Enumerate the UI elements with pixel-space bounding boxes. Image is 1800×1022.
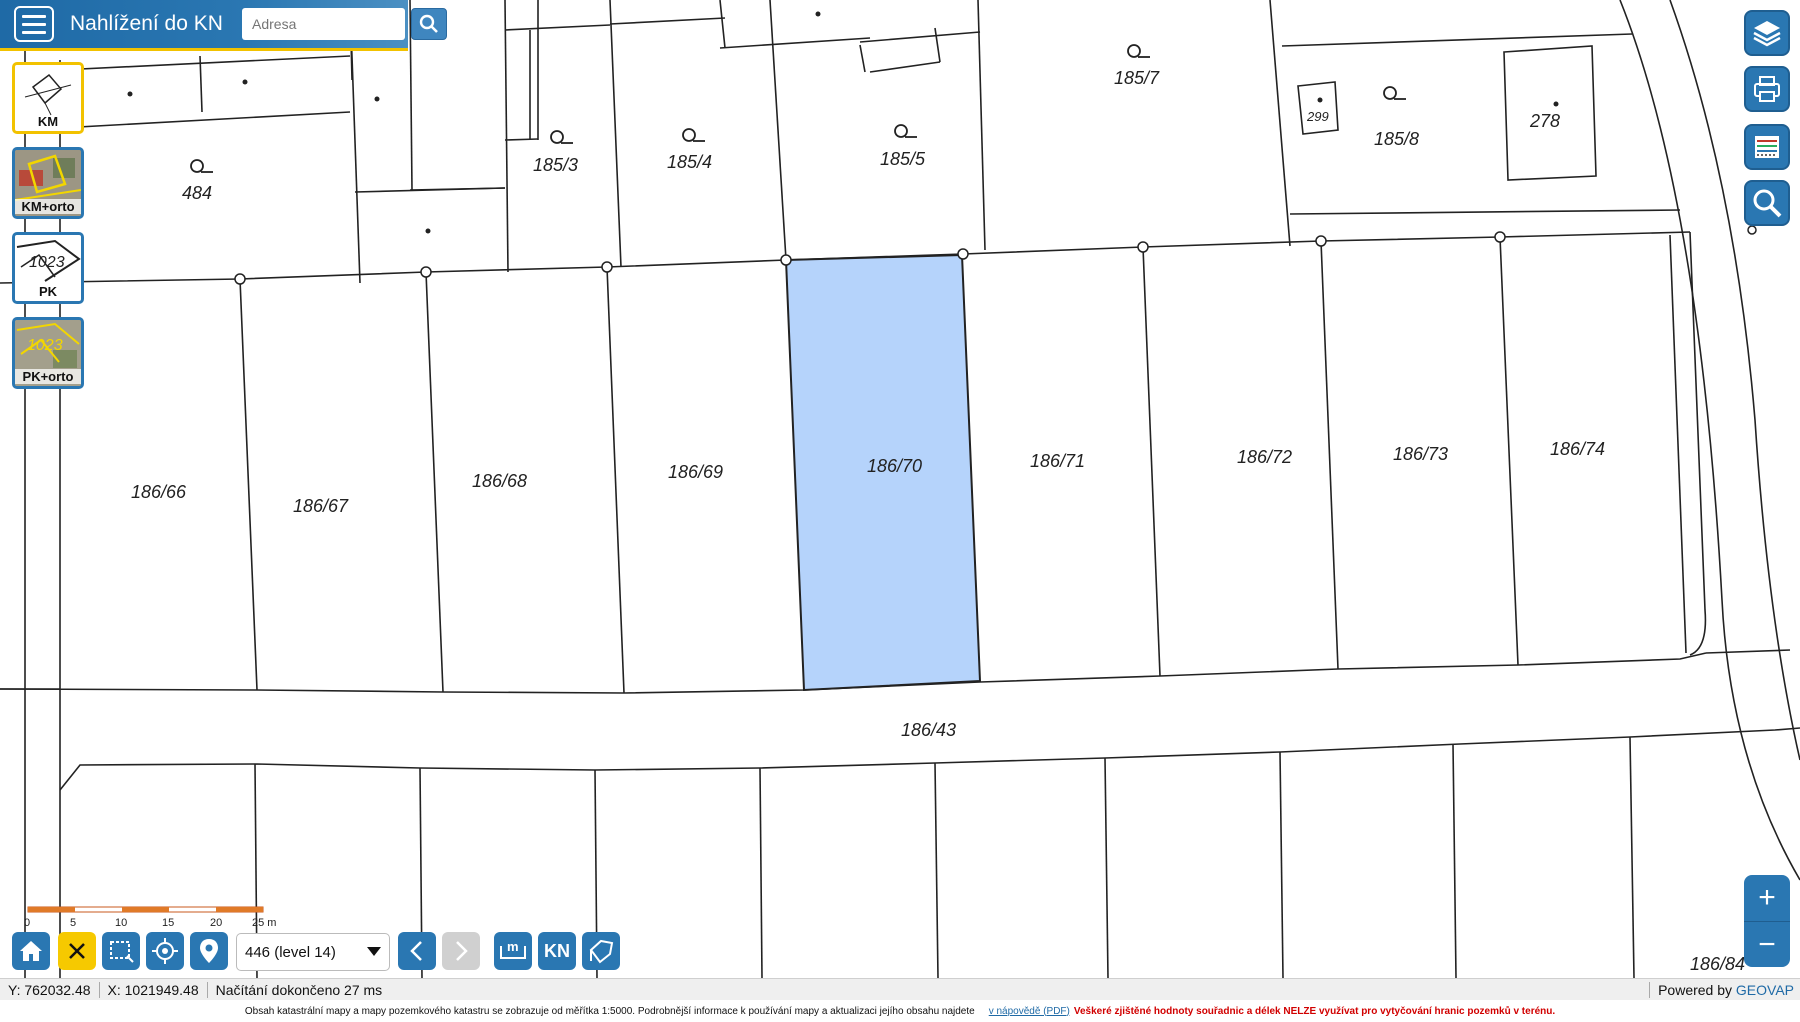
- feedback-button[interactable]: [582, 932, 620, 970]
- layer-pk-orto-button[interactable]: 1023 PK+orto: [12, 317, 84, 389]
- parcel-label: 186/74: [1550, 439, 1605, 459]
- parcel-label: 186/73: [1393, 444, 1448, 464]
- cadastral-map[interactable]: 484 185/3 185/4 185/5 185/7 185/8 278 29…: [0, 0, 1800, 978]
- cadastral-map-icon: [24, 73, 72, 116]
- parcel-label: 186/70: [867, 456, 922, 476]
- printer-icon: [1754, 76, 1780, 102]
- parcel-label: 185/4: [667, 152, 712, 172]
- crosshair-icon: [152, 938, 178, 964]
- parcel-label: 186/71: [1030, 451, 1085, 471]
- parcel-label: 186/72: [1237, 447, 1292, 467]
- chevron-down-icon: [367, 947, 381, 956]
- parcel-label: 185/7: [1114, 68, 1160, 88]
- footer-info: Obsah katastrální mapy a mapy pozemkovéh…: [244, 1005, 975, 1017]
- parcel-label: 185/8: [1374, 129, 1419, 149]
- zoom-level-value: 446 (level 14): [245, 943, 336, 961]
- map-pin-icon: [200, 939, 218, 963]
- layer-km-button[interactable]: KM: [12, 62, 84, 134]
- legend-button[interactable]: [1744, 124, 1790, 170]
- scale-tick: 25 m: [252, 917, 276, 929]
- close-icon: [69, 943, 85, 959]
- layer-pk-button[interactable]: 1023 PK: [12, 232, 84, 304]
- scale-tick: 20: [210, 917, 222, 929]
- land-register-map-icon: 1023: [16, 239, 81, 282]
- address-search-input[interactable]: [242, 8, 405, 40]
- powered-prefix: Powered by: [1658, 982, 1733, 998]
- footer-warning: Veškeré zjištěné hodnoty souřadnic a dél…: [1073, 1005, 1556, 1017]
- home-button[interactable]: [12, 932, 50, 970]
- powered-brand: GEOVAP: [1735, 982, 1794, 998]
- tag-icon: [589, 939, 614, 964]
- parcel-label: 185/3: [533, 155, 578, 175]
- parcel-label: 186/84: [1690, 954, 1745, 974]
- plus-icon: +: [1758, 881, 1776, 914]
- loading-status: Načítání dokončeno 27 ms: [215, 982, 383, 998]
- scale-tick: 0: [24, 917, 30, 929]
- scale-tick: 10: [115, 917, 127, 929]
- select-area-icon: [110, 941, 134, 963]
- parcel-label: 278: [1529, 111, 1560, 131]
- coordinate-y: Y: 762032.48: [0, 982, 100, 998]
- app-header: Nahlížení do KN: [0, 0, 447, 51]
- pk-orto-thumb-text: 1023: [27, 337, 63, 354]
- menu-button[interactable]: [14, 6, 54, 42]
- back-button[interactable]: [398, 932, 436, 970]
- layers-icon: [1753, 21, 1781, 47]
- parcel-label: 186/67: [293, 496, 349, 516]
- select-area-button[interactable]: [102, 932, 140, 970]
- help-pdf-link[interactable]: v nápovědě (PDF): [989, 1006, 1070, 1017]
- parcel-label: 186/43: [901, 720, 956, 740]
- kn-info-button[interactable]: KN: [538, 932, 576, 970]
- layer-label: KM+orto: [15, 199, 81, 214]
- chevron-right-icon: [456, 941, 468, 961]
- layer-km-orto-button[interactable]: KM+orto: [12, 147, 84, 219]
- search-button[interactable]: [411, 8, 447, 40]
- parcel-label: 185/5: [880, 149, 926, 169]
- parcel-label: 186/68: [472, 471, 527, 491]
- svg-text:m: m: [507, 939, 519, 954]
- magnifier-icon: [1753, 189, 1782, 218]
- layer-label: KM: [37, 114, 59, 129]
- coordinate-x: X: 1021949.48: [100, 982, 208, 998]
- powered-by[interactable]: Powered by GEOVAP: [1649, 982, 1800, 998]
- kn-label: KN: [544, 940, 570, 961]
- app-title: Nahlížení do KN: [70, 12, 223, 35]
- home-icon: [20, 941, 42, 961]
- zoom-in-button[interactable]: +: [1744, 875, 1790, 921]
- layers-button[interactable]: [1744, 10, 1790, 56]
- print-button[interactable]: [1744, 66, 1790, 112]
- zoom-out-button[interactable]: −: [1744, 921, 1790, 967]
- layer-label: PK+orto: [15, 369, 81, 384]
- pk-thumb-text: 1023: [29, 254, 65, 271]
- search-parcel-button[interactable]: [1744, 180, 1790, 226]
- menu-icon-bar: [22, 30, 46, 34]
- menu-icon-bar: [22, 14, 46, 18]
- locate-button[interactable]: [146, 932, 184, 970]
- clear-button[interactable]: [58, 932, 96, 970]
- parcel-label: 299: [1306, 109, 1329, 124]
- chevron-left-icon: [410, 941, 422, 961]
- measure-button[interactable]: m: [494, 932, 532, 970]
- search-icon: [419, 14, 438, 33]
- measure-icon: m: [500, 939, 526, 959]
- footer-disclaimer: Obsah katastrální mapy a mapy pozemkovéh…: [0, 1000, 1800, 1022]
- place-marker-button[interactable]: [190, 932, 228, 970]
- parcel-label: 186/69: [668, 462, 723, 482]
- zoom-level-select[interactable]: 446 (level 14): [236, 933, 390, 971]
- menu-icon-bar: [22, 22, 46, 26]
- scale-tick: 15: [162, 917, 174, 929]
- forward-button[interactable]: [442, 932, 480, 970]
- parcel-label: 186/66: [131, 482, 187, 502]
- minus-icon: −: [1758, 927, 1776, 961]
- status-bar: Y: 762032.48 X: 1021949.48 Načítání doko…: [0, 978, 1800, 1001]
- scale-tick: 5: [70, 917, 76, 929]
- parcel-label: 484: [182, 183, 212, 203]
- legend-icon: [1755, 136, 1779, 158]
- layer-label: PK: [38, 284, 58, 299]
